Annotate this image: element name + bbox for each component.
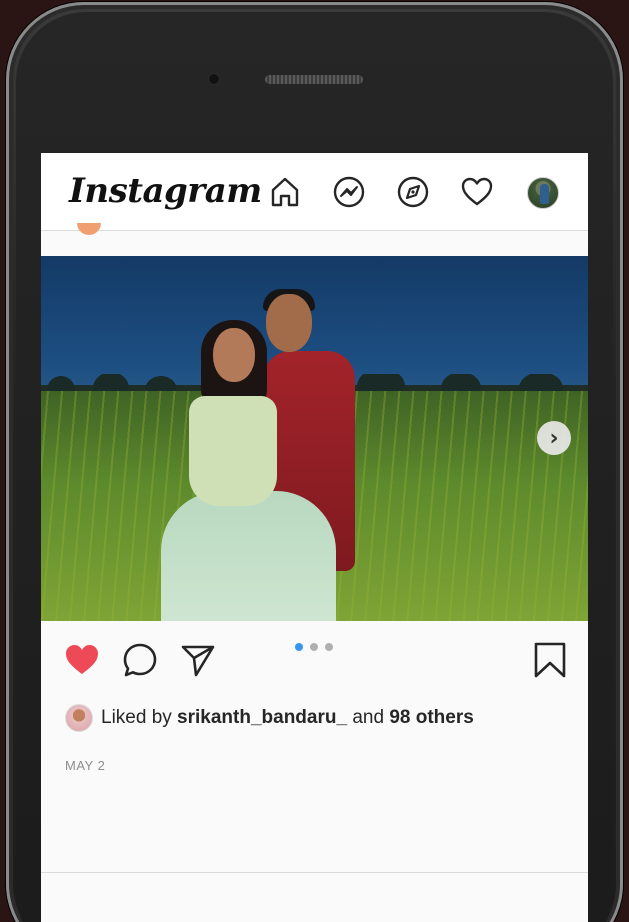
carousel-next-button[interactable]: › bbox=[537, 421, 571, 455]
liker-avatar[interactable] bbox=[65, 704, 93, 732]
woman-face bbox=[213, 328, 255, 382]
man-face bbox=[266, 294, 312, 352]
profile-avatar[interactable] bbox=[527, 177, 559, 209]
woman-skirt bbox=[161, 491, 336, 621]
home-icon[interactable] bbox=[268, 175, 302, 209]
post-divider bbox=[41, 872, 588, 873]
liker-username[interactable]: srikanth_bandaru_ bbox=[177, 707, 347, 729]
likes-prefix: Liked by bbox=[101, 707, 178, 728]
post-photo[interactable]: › bbox=[41, 256, 588, 621]
top-navigation-bar: Instagram bbox=[41, 153, 588, 231]
messenger-icon[interactable] bbox=[332, 175, 366, 209]
comment-icon[interactable] bbox=[121, 641, 159, 679]
likes-others-link[interactable]: 98 others bbox=[389, 707, 473, 729]
post-date: MAY 2 bbox=[65, 758, 106, 773]
front-camera bbox=[208, 73, 220, 85]
carousel-indicator bbox=[295, 643, 333, 651]
carousel-dot-1 bbox=[295, 643, 303, 651]
avatar-figure bbox=[540, 184, 549, 204]
carousel-dot-3 bbox=[325, 643, 333, 651]
like-heart-icon[interactable] bbox=[63, 641, 101, 679]
save-bookmark-icon[interactable] bbox=[531, 641, 569, 679]
woman-blouse bbox=[189, 396, 277, 506]
post-author-avatar-peek[interactable] bbox=[77, 223, 101, 235]
instagram-logo[interactable]: Instagram bbox=[69, 171, 262, 211]
likes-middle: and bbox=[347, 707, 390, 728]
activity-heart-icon[interactable] bbox=[460, 175, 494, 209]
share-send-icon[interactable] bbox=[179, 641, 217, 679]
carousel-dot-2 bbox=[310, 643, 318, 651]
earpiece-speaker bbox=[265, 75, 363, 84]
likes-summary: Liked by srikanth_bandaru_ and 98 others bbox=[65, 703, 474, 733]
explore-compass-icon[interactable] bbox=[396, 175, 430, 209]
app-screen: Instagram › Liked by srikanth_bandaru_ a… bbox=[41, 153, 588, 922]
